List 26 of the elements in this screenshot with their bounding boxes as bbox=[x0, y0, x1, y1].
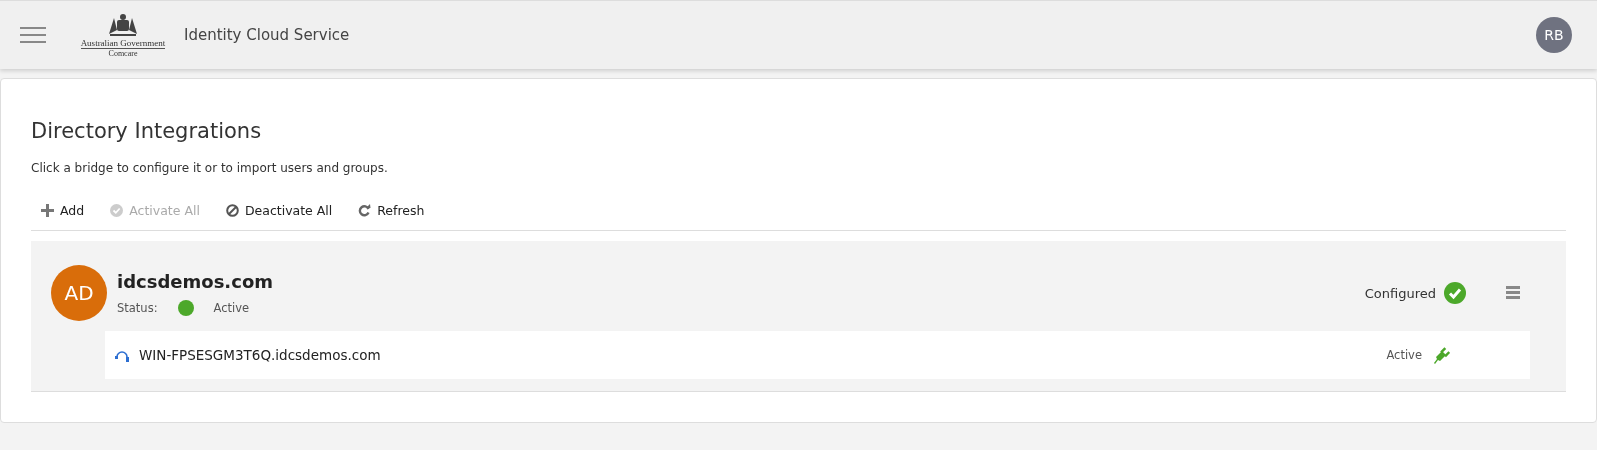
logo-subtext: Comcare bbox=[108, 49, 138, 58]
menu-icon[interactable] bbox=[20, 26, 46, 44]
user-avatar[interactable]: RB bbox=[1536, 17, 1572, 53]
app-title: Identity Cloud Service bbox=[184, 26, 350, 44]
agent-status: Active bbox=[1386, 348, 1422, 362]
status-value: Active bbox=[213, 300, 250, 315]
agent-row[interactable]: WIN-FPSESGM3T6Q.idcsdemos.com Active bbox=[105, 331, 1530, 379]
check-circle-icon bbox=[110, 204, 124, 217]
crest-icon bbox=[106, 12, 140, 38]
headset-icon bbox=[115, 348, 129, 362]
configured-label: Configured bbox=[1364, 285, 1436, 301]
refresh-button[interactable]: Refresh bbox=[358, 203, 425, 218]
menu-icon[interactable] bbox=[1506, 286, 1520, 300]
bridge-name: idcsdemos.com bbox=[117, 270, 273, 292]
deactivate-button[interactable]: Deactivate All bbox=[225, 203, 333, 218]
refresh-icon bbox=[358, 204, 372, 217]
bridge-panel[interactable]: AD idcsdemos.com Status: Active Configured WIN-FPSESGM3T6Q.idcsdemos.com Active bbox=[31, 241, 1566, 392]
plus-icon bbox=[41, 204, 54, 217]
page-title: Directory Integrations bbox=[31, 119, 263, 143]
agent-host: WIN-FPSESGM3T6Q.idcsdemos.com bbox=[139, 347, 381, 363]
page-description: Click a bridge to configure it or to import users and groups. bbox=[31, 161, 389, 175]
status-label: Status: bbox=[117, 300, 158, 315]
logo-text: Australian Government bbox=[80, 38, 166, 49]
prohibited-icon bbox=[225, 204, 239, 217]
add-button[interactable]: Add bbox=[41, 203, 85, 218]
bridge-avatar: AD bbox=[51, 265, 107, 321]
